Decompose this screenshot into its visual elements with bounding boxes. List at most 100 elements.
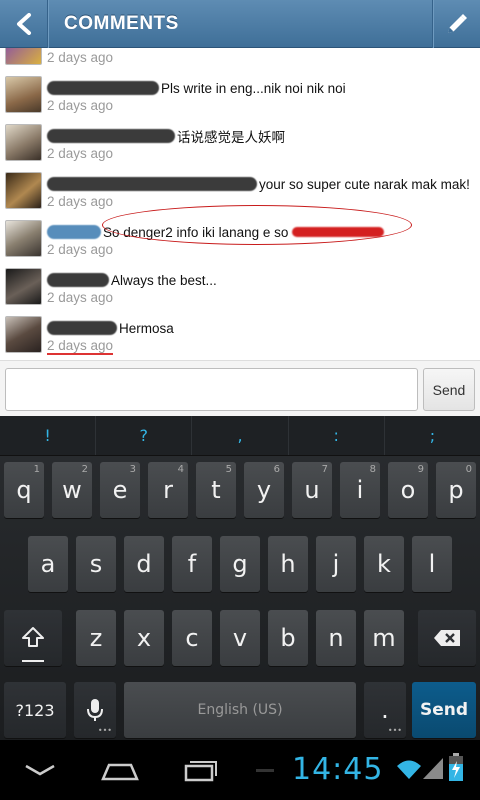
- suggestion-strip: ! ? , : ;: [0, 416, 480, 456]
- redacted-mention[interactable]: [292, 227, 385, 237]
- redacted-username[interactable]: [47, 273, 109, 287]
- keyboard-send-key[interactable]: Send: [412, 682, 476, 738]
- redacted-username[interactable]: [47, 321, 117, 335]
- menu-dash-icon: [256, 769, 274, 772]
- key-c[interactable]: c: [172, 610, 212, 666]
- comment-item: So denger2 info iki lanang e so 2 days a…: [0, 216, 480, 264]
- avatar[interactable]: [5, 76, 42, 113]
- page-title: COMMENTS: [64, 12, 179, 34]
- space-bar-label: English (US): [197, 702, 283, 718]
- wifi-icon: [397, 760, 421, 779]
- key-h[interactable]: h: [268, 536, 308, 592]
- key-w[interactable]: w2: [52, 462, 92, 518]
- period-key[interactable]: . •••: [364, 682, 406, 738]
- comment-text: 话说感觉是人妖啊: [177, 130, 285, 145]
- suggestion-semicolon[interactable]: ;: [385, 416, 480, 455]
- key-z[interactable]: z: [76, 610, 116, 666]
- backspace-icon: [434, 630, 460, 646]
- avatar[interactable]: [5, 268, 42, 305]
- comment-item: 2 days ago: [0, 48, 480, 72]
- comment-time: 2 days ago: [47, 194, 114, 209]
- redacted-username[interactable]: [47, 225, 101, 239]
- key-r[interactable]: r4: [148, 462, 188, 518]
- avatar[interactable]: [5, 124, 42, 161]
- comment-item: Pls write in eng...nik noi nik noi 2 day…: [0, 72, 480, 120]
- suggestion-colon[interactable]: :: [289, 416, 385, 455]
- recent-apps-icon: [184, 761, 217, 782]
- back-button[interactable]: [0, 0, 48, 48]
- comment-time: 2 days ago: [47, 290, 114, 305]
- avatar[interactable]: [5, 48, 42, 65]
- key-x[interactable]: x: [124, 610, 164, 666]
- comment-time: 2 days ago: [47, 146, 114, 161]
- key-y[interactable]: y6: [244, 462, 284, 518]
- key-l[interactable]: l: [412, 536, 452, 592]
- avatar[interactable]: [5, 220, 42, 257]
- redacted-username[interactable]: [47, 129, 175, 143]
- comment-item: Always the best... 2 days ago: [0, 264, 480, 312]
- avatar[interactable]: [5, 316, 42, 353]
- home-icon: [101, 763, 139, 781]
- suggestion-comma[interactable]: ,: [192, 416, 289, 455]
- key-d[interactable]: d: [124, 536, 164, 592]
- avatar[interactable]: [5, 172, 42, 209]
- status-clock: 14:45: [292, 752, 384, 787]
- key-indicator-dots: •••: [97, 726, 112, 735]
- space-bar[interactable]: English (US): [124, 682, 356, 738]
- comment-text: Always the best...: [111, 272, 217, 288]
- hide-keyboard-button[interactable]: [20, 756, 60, 784]
- key-u[interactable]: u7: [292, 462, 332, 518]
- comments-list[interactable]: 2 days ago Pls write in eng...nik noi ni…: [0, 48, 480, 360]
- comment-item: Hermosa 2 days ago: [0, 312, 480, 360]
- shift-key[interactable]: [4, 610, 62, 666]
- key-b[interactable]: b: [268, 610, 308, 666]
- comment-text: your so super cute narak mak mak!: [259, 176, 470, 192]
- recent-apps-button[interactable]: [180, 756, 220, 784]
- soft-keyboard: ! ? , : ; q1 w2 e3 r4 t5 y6 u7 i8 o9 p0 …: [0, 416, 480, 740]
- key-f[interactable]: f: [172, 536, 212, 592]
- key-q[interactable]: q1: [4, 462, 44, 518]
- period-label: .: [381, 696, 389, 724]
- app-screen: COMMENTS 2 days ago Pls write in eng...n…: [0, 0, 480, 800]
- comment-time: 2 days ago: [47, 98, 114, 113]
- suggestion-question[interactable]: ?: [96, 416, 193, 455]
- signal-icon: [423, 758, 443, 779]
- battery-charging-icon: [449, 753, 463, 781]
- redacted-username[interactable]: [47, 81, 159, 95]
- key-g[interactable]: g: [220, 536, 260, 592]
- key-j[interactable]: j: [316, 536, 356, 592]
- key-e[interactable]: e3: [100, 462, 140, 518]
- key-t[interactable]: t5: [196, 462, 236, 518]
- header-bar: COMMENTS: [0, 0, 480, 48]
- key-indicator-dots: •••: [387, 726, 402, 735]
- key-a[interactable]: a: [28, 536, 68, 592]
- key-m[interactable]: m: [364, 610, 404, 666]
- comment-text: So denger2 info iki lanang e so: [103, 224, 289, 240]
- shift-arrow-icon: [22, 627, 44, 647]
- key-v[interactable]: v: [220, 610, 260, 666]
- chevron-down-icon: [25, 764, 55, 776]
- voice-input-key[interactable]: •••: [74, 682, 116, 738]
- backspace-key[interactable]: [418, 610, 476, 666]
- key-s[interactable]: s: [76, 536, 116, 592]
- key-i[interactable]: i8: [340, 462, 380, 518]
- comment-input[interactable]: [5, 368, 418, 411]
- home-button[interactable]: [100, 756, 140, 784]
- suggestion-exclamation[interactable]: !: [0, 416, 97, 455]
- comment-text: Hermosa: [119, 320, 174, 336]
- key-n[interactable]: n: [316, 610, 356, 666]
- comment-item: 话说感觉是人妖啊 2 days ago: [0, 120, 480, 168]
- send-button[interactable]: Send: [423, 368, 475, 411]
- back-arrow-icon: [16, 12, 31, 35]
- comment-time: 2 days ago: [47, 338, 114, 355]
- key-k[interactable]: k: [364, 536, 404, 592]
- redacted-username[interactable]: [47, 177, 257, 191]
- comment-item: your so super cute narak mak mak! 2 days…: [0, 168, 480, 216]
- comment-time: 2 days ago: [47, 242, 114, 257]
- key-p[interactable]: p0: [436, 462, 476, 518]
- symbols-key[interactable]: ?123: [4, 682, 66, 738]
- key-o[interactable]: o9: [388, 462, 428, 518]
- comment-time: 2 days ago: [47, 50, 114, 65]
- edit-button[interactable]: [432, 0, 480, 48]
- shift-underline: [22, 660, 44, 662]
